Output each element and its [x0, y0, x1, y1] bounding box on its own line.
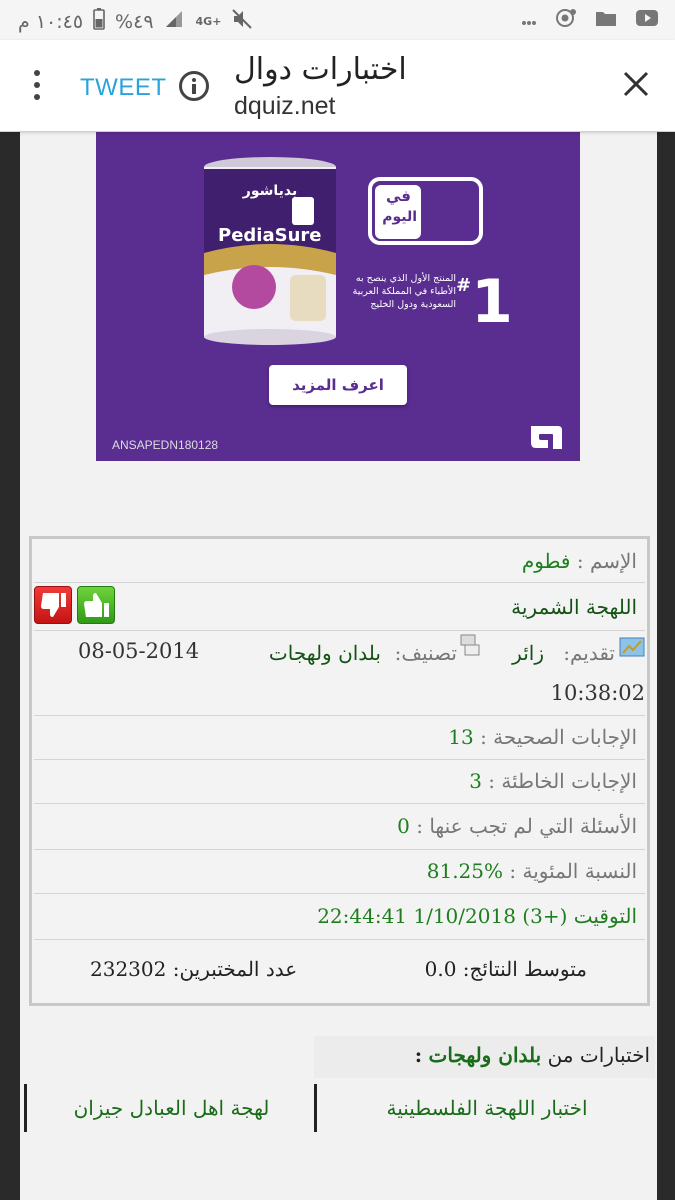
related-link-1[interactable]: اختبار اللهجة الفلسطينية	[314, 1084, 657, 1132]
clock: ١٠:٤٥ م	[18, 10, 84, 33]
wrong-value: 3	[469, 769, 482, 793]
battery-level: ٤٩%	[115, 10, 154, 33]
notification-icons	[521, 8, 659, 32]
timing-row: التوقيت (+3) 22:44:41 1/10/2018	[34, 894, 645, 940]
correct-value: 13	[448, 725, 474, 749]
rank-number: #1	[456, 267, 513, 337]
ad-description: المنتج الأول الذي ينصح به الأطباء في الم…	[352, 273, 456, 310]
thumbs-up-icon	[84, 593, 109, 617]
like-button[interactable]	[77, 586, 115, 624]
category-value[interactable]: بلدان ولهجات	[269, 641, 381, 665]
battery-icon	[93, 8, 105, 35]
dislike-button[interactable]	[34, 586, 72, 624]
abbott-logo-icon	[531, 426, 562, 449]
quiz-title-row: اللهجة الشمرية	[34, 583, 645, 631]
folder-icon	[595, 9, 617, 31]
meta-row: تقديم: زائر تصنيف: بلدان ولهجات 08-05-20…	[34, 631, 645, 716]
related-category[interactable]: بلدان ولهجات	[429, 1043, 542, 1067]
testers-label: عدد المختبرين:	[172, 957, 298, 981]
unanswered-row: الأسئلة التي لم تجب عنها : 0	[34, 804, 645, 850]
more-notifications-icon	[521, 11, 537, 30]
name-value: فطوم	[521, 549, 571, 573]
rank-mark: #	[456, 275, 472, 296]
related-suffix: :	[414, 1043, 423, 1067]
page-title: اختبارات دوال	[234, 52, 407, 87]
submitter-icon	[619, 637, 645, 662]
wrong-row: الإجابات الخاطئة : 3	[34, 760, 645, 804]
signal-icon	[164, 9, 186, 34]
submitted-date: 08-05-2014	[78, 639, 200, 663]
thumbs-down-icon	[41, 593, 66, 617]
timing-value: 22:44:41 1/10/2018	[317, 904, 516, 928]
related-links: اختبار اللهجة الفلسطينية لهجة اهل العباد…	[24, 1084, 657, 1132]
quiz-result-panel: الإسم : فطوم اللهجة الشمرية تقديم: زائر …	[29, 536, 650, 1006]
average-label: متوسط النتائج:	[462, 957, 587, 981]
info-icon[interactable]	[179, 71, 209, 101]
page-url: dquiz.net	[234, 92, 336, 120]
unanswered-label: الأسئلة التي لم تجب عنها :	[416, 814, 637, 838]
status-bar-left: ١٠:٤٥ م ٤٩% 4G+	[18, 8, 253, 35]
percent-value: %81.25	[426, 859, 504, 883]
wrong-label: الإجابات الخاطئة :	[488, 769, 637, 793]
submitter-name[interactable]: زائر	[512, 641, 544, 665]
more-vert-icon[interactable]	[22, 68, 52, 108]
submitted-time: 10:38:02	[550, 681, 645, 705]
timing-label: التوقيت (+3)	[522, 904, 637, 928]
advertisement[interactable]: PediaSure بدياشور 2 في اليوم #1 المنتج ا…	[96, 132, 580, 461]
testers-value: 232302	[90, 957, 167, 981]
quiz-title[interactable]: اللهجة الشمرية	[511, 595, 637, 619]
badge-number: 2	[428, 175, 469, 243]
product-name: PediaSure	[218, 225, 321, 246]
product-can-image: PediaSure بدياشور	[204, 157, 336, 345]
camera-icon	[555, 8, 577, 32]
related-link-2[interactable]: لهجة اهل العبادل جيزان	[24, 1084, 316, 1132]
correct-row: الإجابات الصحيحة : 13	[34, 716, 645, 760]
badge-line1: في	[386, 187, 411, 205]
dose-badge: 2 في اليوم	[368, 175, 483, 245]
average-value: 0.0	[424, 957, 457, 981]
youtube-icon	[635, 9, 659, 31]
product-name-ar: بدياشور	[242, 183, 297, 199]
browser-header: TWEET اختبارات دوال dquiz.net	[0, 40, 675, 132]
unanswered-value: 0	[397, 814, 410, 838]
name-label: الإسم :	[576, 549, 637, 573]
ad-code: ANSAPEDN180128	[112, 438, 219, 452]
status-bar: ١٠:٤٥ م ٤٩% 4G+	[0, 0, 675, 40]
mute-icon	[231, 8, 253, 35]
category-icon	[459, 633, 481, 664]
category-label: تصنيف:	[394, 641, 457, 665]
related-heading: اختبارات من بلدان ولهجات :	[415, 1043, 650, 1067]
percent-label: النسبة المئوية :	[509, 859, 637, 883]
correct-label: الإجابات الصحيحة :	[480, 725, 637, 749]
badge-line2: اليوم	[382, 209, 417, 225]
tweet-button[interactable]: TWEET	[80, 74, 167, 102]
related-prefix: اختبارات من	[547, 1043, 650, 1067]
learn-more-button[interactable]: اعرف المزيد	[269, 365, 407, 405]
stats-row: متوسط النتائج: 0.0 عدد المختبرين: 232302	[34, 940, 645, 1000]
close-icon[interactable]	[621, 69, 651, 99]
name-row: الإسم : فطوم	[34, 539, 645, 583]
network-type: 4G+	[195, 15, 222, 28]
percent-row: النسبة المئوية : %81.25	[34, 850, 645, 894]
submitted-label: تقديم:	[563, 641, 615, 665]
